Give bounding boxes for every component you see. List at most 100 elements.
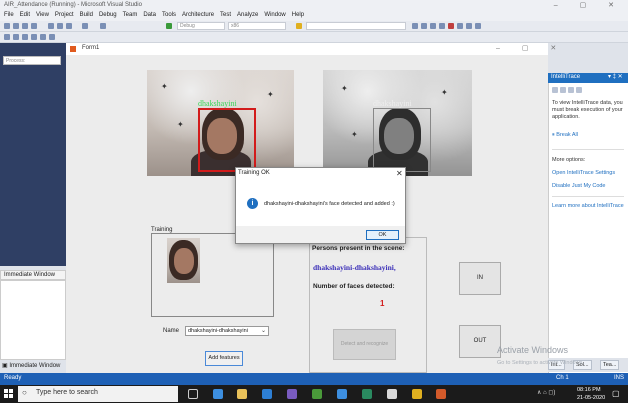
menu-item-tools[interactable]: Tools — [162, 12, 176, 20]
notification-icon[interactable]: ▢ — [612, 389, 620, 398]
form-taskbar-icon[interactable] — [436, 389, 446, 399]
file-explorer-icon[interactable] — [237, 389, 247, 399]
disable-just-my-code-link[interactable]: Disable Just My Code — [552, 183, 606, 189]
menu-item-edit[interactable]: Edit — [20, 12, 30, 20]
object-browser-icon[interactable] — [430, 23, 436, 29]
persons-present-label: Persons present in the scene: — [312, 245, 405, 252]
close-icon[interactable]: ✕ — [396, 169, 403, 178]
break-icon[interactable] — [13, 34, 19, 40]
form-window-controls[interactable]: – ▢ ✕ — [496, 44, 566, 52]
app-icon[interactable] — [362, 389, 372, 399]
menu-item-analyze[interactable]: Analyze — [237, 12, 258, 20]
store-icon[interactable] — [262, 389, 272, 399]
training-face-thumbnail — [167, 238, 200, 283]
find-combo[interactable] — [306, 22, 406, 30]
immediate-window-tab-label: Immediate Window — [9, 363, 61, 369]
faces-detected-value: 1 — [380, 299, 385, 308]
immediate-window-tab[interactable]: ▣ Immediate Window — [2, 362, 66, 372]
divider — [552, 196, 624, 197]
face-detection-box-gray — [373, 108, 431, 172]
visual-studio-icon[interactable] — [287, 389, 297, 399]
app-icon[interactable] — [387, 389, 397, 399]
menu-item-window[interactable]: Window — [264, 12, 285, 20]
task-view-icon[interactable] — [188, 389, 198, 399]
properties-icon[interactable] — [421, 23, 427, 29]
events-icon[interactable] — [552, 87, 558, 93]
continue-icon[interactable] — [166, 23, 172, 29]
cut-icon[interactable] — [48, 23, 54, 29]
in-button[interactable]: IN — [459, 262, 501, 295]
butterfly-decal: ✦ — [177, 120, 184, 129]
immediate-window-body[interactable] — [0, 280, 66, 360]
error-list-icon[interactable] — [448, 23, 454, 29]
system-tray[interactable]: ∧ ⌂ ◻) — [537, 389, 555, 396]
taskbar-search-placeholder: Type here to search — [36, 389, 98, 396]
find-icon[interactable] — [296, 23, 302, 29]
platform-combo[interactable]: x86 — [228, 22, 286, 30]
settings-icon[interactable] — [576, 87, 582, 93]
vs-window-title: AIR_Attendance (Running) - Microsoft Vis… — [0, 0, 628, 11]
toolbox-icon[interactable] — [439, 23, 445, 29]
learn-more-link[interactable]: Learn more about IntelliTrace — [552, 203, 624, 209]
name-combobox[interactable]: dhakshayini-dhakshayini — [185, 326, 269, 336]
intellitrace-description: To view IntelliTrace data, you must brea… — [552, 100, 623, 120]
undo-icon[interactable] — [82, 23, 88, 29]
step-icon[interactable] — [4, 34, 10, 40]
start-page-icon[interactable] — [466, 23, 472, 29]
break-all-link[interactable]: ⏸ Break All — [552, 132, 578, 139]
redo-icon[interactable] — [100, 23, 106, 29]
process-combo[interactable]: Process: — [3, 56, 61, 65]
step-over-icon[interactable] — [40, 34, 46, 40]
butterfly-decal: ✦ — [351, 130, 358, 139]
options-icon[interactable] — [475, 23, 481, 29]
detect-and-recognize-button[interactable]: Detect and recognize — [333, 329, 396, 360]
menu-item-test[interactable]: Test — [220, 12, 231, 20]
butterfly-decal: ✦ — [267, 90, 274, 99]
menu-item-view[interactable]: View — [36, 12, 49, 20]
save-all-icon[interactable] — [31, 23, 37, 29]
step-into-icon[interactable] — [49, 34, 55, 40]
config-combo[interactable]: Debug — [177, 22, 225, 30]
restart-icon[interactable] — [31, 34, 37, 40]
butterfly-decal: ✦ — [161, 82, 168, 91]
save-icon[interactable] — [22, 23, 28, 29]
calls-icon[interactable] — [560, 87, 566, 93]
filter-icon[interactable] — [568, 87, 574, 93]
photos-icon[interactable] — [337, 389, 347, 399]
menu-item-build[interactable]: Build — [80, 12, 93, 20]
clock-date[interactable]: 21-05-2020 — [577, 395, 605, 401]
ok-button[interactable]: OK — [366, 230, 399, 240]
left-dock-panel — [0, 43, 66, 266]
face-detection-box — [198, 108, 256, 172]
menu-item-help[interactable]: Help — [292, 12, 304, 20]
menu-item-architecture[interactable]: Architecture — [182, 12, 214, 20]
solution-explorer-icon[interactable] — [412, 23, 418, 29]
vs-toolbar-2 — [0, 32, 628, 43]
new-project-icon[interactable] — [4, 23, 10, 29]
copy-icon[interactable] — [57, 23, 63, 29]
menu-item-debug[interactable]: Debug — [99, 12, 117, 20]
divider — [552, 149, 624, 150]
menu-item-data[interactable]: Data — [143, 12, 156, 20]
add-features-button[interactable]: Add features — [205, 351, 243, 366]
menu-item-team[interactable]: Team — [123, 12, 138, 20]
open-icon[interactable] — [13, 23, 19, 29]
intellitrace-header-buttons[interactable]: ▾ ‡ ✕ — [608, 73, 623, 80]
output-icon[interactable] — [457, 23, 463, 29]
tab-team-explorer[interactable]: Tea... — [600, 360, 620, 370]
out-button[interactable]: OUT — [459, 325, 501, 358]
persons-present-value: dhakshayini-dhakshayini, — [313, 263, 396, 272]
app-icon[interactable] — [412, 389, 422, 399]
vs-toolbar-1: Debug x86 — [0, 21, 628, 32]
stop-icon[interactable] — [22, 34, 28, 40]
windows-start-icon[interactable] — [4, 389, 14, 399]
paste-icon[interactable] — [66, 23, 72, 29]
menu-item-file[interactable]: File — [4, 12, 14, 20]
chrome-icon[interactable] — [312, 389, 322, 399]
chevron-down-icon[interactable]: ⌄ — [261, 327, 266, 334]
open-intellitrace-settings-link[interactable]: Open IntelliTrace Settings — [552, 170, 615, 176]
edge-icon[interactable] — [213, 389, 223, 399]
vs-window-controls[interactable]: – ▢ ✕ — [554, 1, 624, 9]
clock-time[interactable]: 08:16 PM — [577, 387, 601, 393]
menu-item-project[interactable]: Project — [55, 12, 74, 20]
